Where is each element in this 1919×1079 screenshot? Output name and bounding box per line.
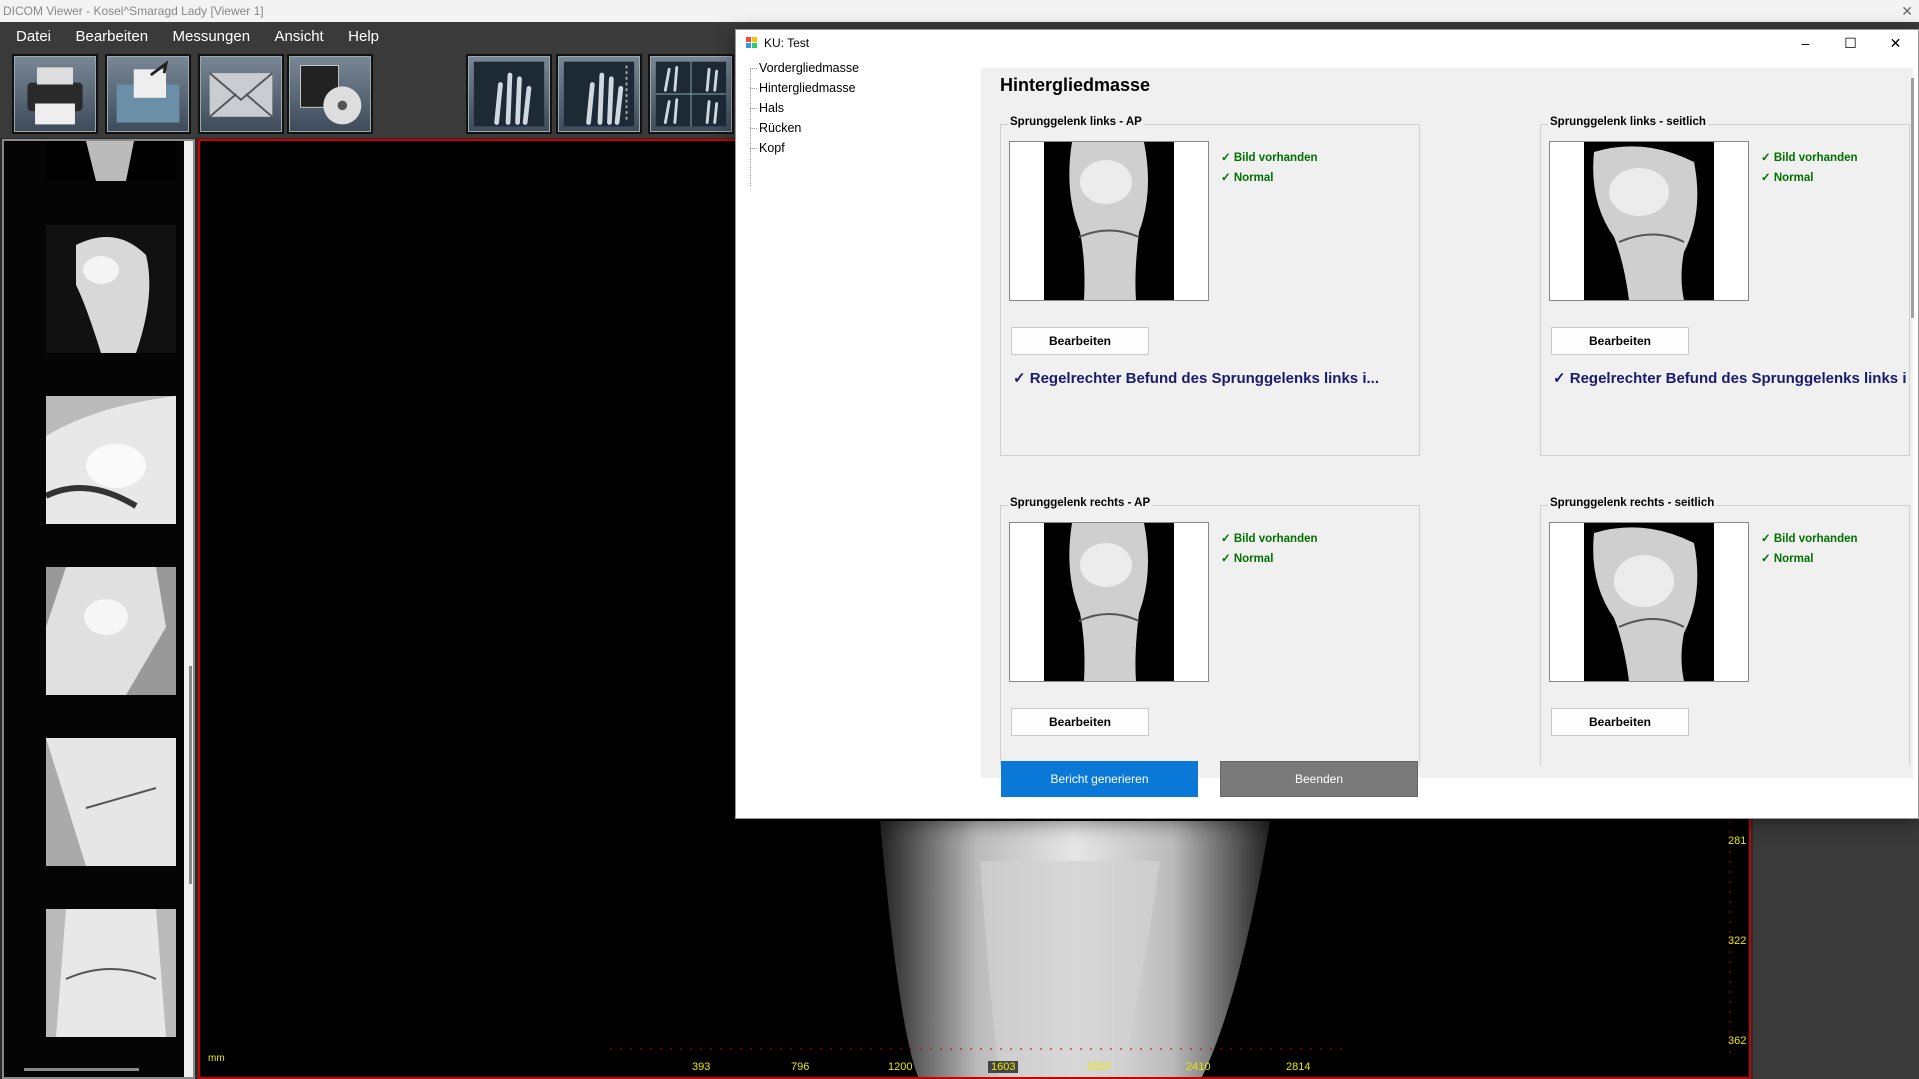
viewer-close-icon[interactable]: ✕ [1901, 0, 1913, 22]
mail-icon [209, 72, 273, 118]
status-normal: ✓ Normal [1221, 553, 1274, 565]
thumbnail-1[interactable] [46, 141, 176, 181]
tree-item-kopf[interactable]: Kopf [748, 138, 978, 158]
layout-2x2-button[interactable] [648, 54, 734, 134]
status-image-present: ✓ Bild vorhanden [1221, 533, 1318, 545]
viewer-title-bar: DICOM Viewer - Kosel^Smaragd Lady [Viewe… [0, 0, 1919, 22]
export-icon [116, 60, 180, 123]
edit-button[interactable]: Bearbeiten [1551, 708, 1689, 736]
menu-ansicht[interactable]: Ansicht [275, 22, 324, 52]
status-normal: ✓ Normal [1761, 553, 1814, 565]
tree-item-hals[interactable]: Hals [748, 98, 978, 118]
dialog-title: KU: Test [764, 36, 810, 50]
menu-help[interactable]: Help [348, 22, 379, 52]
status-image-present: ✓ Bild vorhanden [1221, 152, 1318, 164]
dialog-title-bar: KU: Test – ☐ ✕ [736, 30, 1918, 56]
y-tick: 362 [1728, 1035, 1747, 1047]
card-thumbnail[interactable] [1549, 141, 1749, 301]
thumbnail-3[interactable] [46, 396, 176, 524]
tree-item-vordergliedmasse[interactable]: Vordergliedmasse [748, 58, 978, 78]
thumbnail-hscroll[interactable] [24, 1068, 139, 1071]
thumbnail-2[interactable] [46, 225, 176, 353]
finding-text: ✓ Regelrechter Befund des Sprunggelenks … [1553, 370, 1907, 387]
y-tick: 281 [1728, 835, 1747, 847]
edit-button[interactable]: Bearbeiten [1011, 327, 1149, 355]
x-tick: 2410 [1186, 1061, 1211, 1073]
status-image-present: ✓ Bild vorhanden [1761, 533, 1858, 545]
x-tick: 2814 [1286, 1061, 1311, 1073]
status-normal: ✓ Normal [1221, 172, 1274, 184]
menu-datei[interactable]: Datei [16, 22, 51, 52]
region-tree: Vordergliedmasse Hintergliedmasse Hals R… [748, 58, 978, 158]
y-tick: 322 [1728, 935, 1747, 947]
menu-messungen[interactable]: Messungen [173, 22, 251, 52]
card-sprunggelenk-rechts-ap: Sprunggelenk rechts - AP ✓ Bild vorhande… [1000, 497, 1420, 765]
maximize-icon[interactable]: ☐ [1828, 30, 1873, 56]
section-title: Hintergliedmasse [1000, 75, 1151, 95]
layout-ruler-button[interactable] [556, 54, 642, 134]
x-tick: 393 [692, 1061, 711, 1073]
card-title: Sprunggelenk rechts - AP [1008, 497, 1153, 509]
print-icon [27, 67, 83, 125]
edit-button[interactable]: Bearbeiten [1011, 708, 1149, 736]
ku-dialog: KU: Test – ☐ ✕ Vordergliedmasse Hinterglie… [735, 29, 1919, 819]
tree-item-hintergliedmasse[interactable]: Hintergliedmasse [748, 78, 978, 98]
card-title: Sprunggelenk links - AP [1008, 116, 1144, 128]
card-sprunggelenk-links-ap: Sprunggelenk links - AP ✓ Bild vorhanden… [1000, 116, 1420, 456]
thumbnail-strip [2, 139, 195, 1079]
status-image-present: ✓ Bild vorhanden [1761, 152, 1858, 164]
thumbnail-scrollbar[interactable] [184, 141, 193, 1077]
viewer-title: DICOM Viewer - Kosel^Smaragd Lady [Viewe… [3, 4, 264, 18]
x-tick: 2007 [1087, 1061, 1112, 1073]
finding-text: ✓ Regelrechter Befund des Sprunggelenks … [1013, 370, 1379, 387]
layout-1x1-button[interactable] [466, 54, 552, 134]
print-button[interactable] [12, 54, 98, 134]
edit-button[interactable]: Bearbeiten [1551, 327, 1689, 355]
burn-cd-button[interactable] [287, 54, 373, 134]
axis-unit: mm [208, 1053, 225, 1064]
thumbnail-4[interactable] [46, 567, 176, 695]
card-thumbnail[interactable] [1009, 141, 1209, 301]
content-scrollbar[interactable] [1911, 78, 1914, 318]
card-thumbnail[interactable] [1009, 522, 1209, 682]
generate-report-button[interactable]: Bericht generieren [1001, 761, 1198, 797]
tree-item-ruecken[interactable]: Rücken [748, 118, 978, 138]
x-tick: 796 [791, 1061, 810, 1073]
minimize-icon[interactable]: – [1783, 30, 1828, 56]
status-normal: ✓ Normal [1761, 172, 1814, 184]
x-tick: 1200 [888, 1061, 913, 1073]
close-dialog-button[interactable]: Beenden [1220, 761, 1418, 797]
export-button[interactable] [105, 54, 191, 134]
card-thumbnail[interactable] [1549, 522, 1749, 682]
card-title: Sprunggelenk links - seitlich [1548, 116, 1708, 128]
card-title: Sprunggelenk rechts - seitlich [1548, 497, 1717, 509]
thumbnail-6[interactable] [46, 909, 176, 1037]
x-tick: 1603 [988, 1061, 1019, 1073]
thumbnail-5[interactable] [46, 738, 176, 866]
layout-2x2-icon [655, 61, 727, 127]
card-sprunggelenk-rechts-seitlich: Sprunggelenk rechts - seitlich ✓ Bild vo… [1540, 497, 1910, 765]
layout-ruler-icon [563, 61, 635, 127]
layout-1x1-icon [473, 61, 545, 127]
app-icon [746, 37, 757, 48]
mail-button[interactable] [198, 54, 284, 134]
menu-bearbeiten[interactable]: Bearbeiten [75, 22, 148, 52]
burn-cd-icon [300, 65, 362, 125]
close-icon[interactable]: ✕ [1873, 30, 1918, 56]
card-sprunggelenk-links-seitlich: Sprunggelenk links - seitlich ✓ Bild vor… [1540, 116, 1910, 456]
